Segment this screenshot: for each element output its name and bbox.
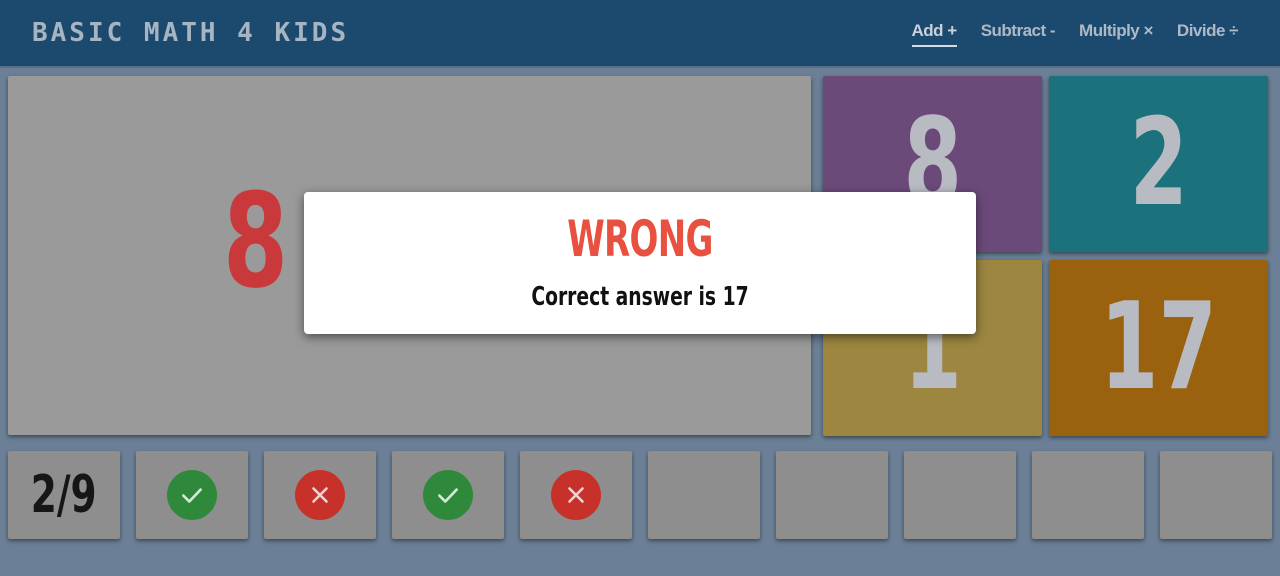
answer-choice-value: 17: [1100, 278, 1217, 417]
checkmark-icon: [438, 488, 458, 503]
cross-icon: [568, 487, 584, 503]
operation-nav: Add + Subtract - Multiply × Divide ÷: [911, 21, 1239, 47]
result-tile-empty: [648, 451, 760, 539]
app-title: BASIC MATH 4 KIDS: [32, 18, 350, 48]
result-modal[interactable]: WRONG Correct answer is 17: [304, 192, 976, 334]
result-tile: [136, 451, 248, 539]
answer-choice-value: 2: [1129, 94, 1188, 233]
result-wrong-badge: [295, 470, 345, 520]
result-tile-empty: [1032, 451, 1144, 539]
result-correct-badge: [167, 470, 217, 520]
modal-title: WRONG: [567, 210, 713, 268]
result-tile-empty: [904, 451, 1016, 539]
checkmark-icon: [182, 488, 202, 503]
result-wrong-badge: [551, 470, 601, 520]
nav-divide[interactable]: Divide ÷: [1177, 21, 1239, 47]
answer-choice-2[interactable]: 2: [1049, 76, 1268, 252]
cross-icon: [312, 487, 328, 503]
problem-operand: 8: [223, 165, 289, 317]
nav-add[interactable]: Add +: [911, 21, 957, 47]
result-tile: [264, 451, 376, 539]
nav-multiply[interactable]: Multiply ×: [1079, 21, 1153, 47]
result-tile-empty: [776, 451, 888, 539]
score-counter: 2/9: [31, 465, 97, 525]
modal-message: Correct answer is 17: [531, 282, 749, 312]
result-tile: [392, 451, 504, 539]
result-tile-empty: [1160, 451, 1272, 539]
answer-choice-4[interactable]: 17: [1049, 260, 1268, 436]
top-bar: BASIC MATH 4 KIDS Add + Subtract - Multi…: [0, 0, 1280, 68]
result-tile: [520, 451, 632, 539]
result-correct-badge: [423, 470, 473, 520]
nav-subtract[interactable]: Subtract -: [981, 21, 1056, 47]
score-tile: 2/9: [8, 451, 120, 539]
